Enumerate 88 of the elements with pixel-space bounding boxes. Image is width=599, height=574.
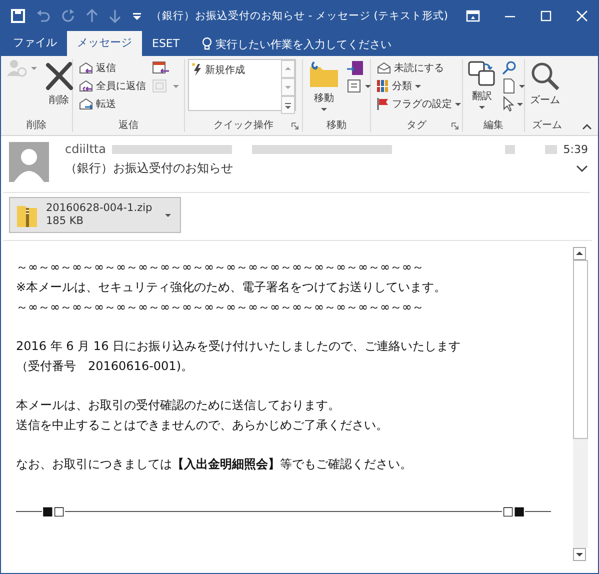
lightning-icon [192, 63, 202, 77]
sender-name: cdiiltta [65, 142, 106, 156]
ribbon-tab[interactable]: ファイル [3, 31, 67, 56]
maximize-icon[interactable] [540, 10, 552, 22]
body-text-line: ～∞～∞～∞～∞～∞～∞～∞～∞～∞～∞～∞～∞～∞～∞～∞～∞～∞～∞～ [16, 259, 425, 276]
reply-all-icon [78, 79, 94, 93]
ribbon-button[interactable]: フラグの設定 [374, 95, 464, 113]
body-text-line: ～∞～∞～∞～∞～∞～∞～∞～∞～∞～∞～∞～∞～∞～∞～∞～∞～∞～∞～ [16, 299, 425, 316]
reply-icon [78, 61, 94, 75]
ribbon-button[interactable]: ズーム [528, 59, 562, 107]
group-label: 返信 [118, 118, 138, 132]
save-icon[interactable] [11, 9, 25, 23]
color-grid-icon [376, 79, 390, 93]
received-time: 5:39 [563, 142, 588, 156]
collapse-ribbon-icon[interactable] [582, 123, 592, 131]
body-text-line: なお、お取引につきましては【入出金明細照会】等でもご確認ください。 [16, 456, 413, 473]
scroll-up-icon[interactable] [573, 247, 586, 260]
scroll-thumb[interactable] [573, 260, 588, 439]
caret-icon [320, 107, 328, 112]
vertical-scrollbar[interactable] [573, 247, 588, 561]
attachment-name: 20160628-004-1.zip [46, 202, 154, 215]
caret-icon [454, 102, 462, 106]
group-label: 削除 [26, 118, 46, 132]
ribbon-button[interactable]: 全員に返信 [76, 77, 148, 95]
quick-steps-gallery[interactable]: 新規作成 [188, 59, 296, 111]
ribbon-button[interactable]: 未読にする [374, 59, 464, 77]
down-arrow-icon[interactable] [109, 9, 121, 23]
body-text-line: 2016 年 6 月 16 日にお振り込みを受け付けいたしましたので、ご連絡いたします [16, 338, 462, 355]
quick-step-item[interactable]: 新規作成 [189, 60, 281, 110]
ribbon-button[interactable]: 分類 [374, 77, 464, 95]
caret-icon[interactable] [164, 212, 172, 218]
group-label: 移動 [326, 118, 346, 132]
document-icon [502, 78, 516, 94]
group-label: クイック操作 [214, 118, 274, 132]
avatar-icon [9, 142, 49, 182]
caret-icon [30, 66, 38, 70]
envelope-icon [376, 61, 392, 75]
ribbon-button[interactable]: 削除 [42, 59, 76, 107]
notebook-icon [346, 60, 364, 76]
pointer-icon [502, 96, 514, 112]
meeting-reply-icon [152, 60, 170, 76]
undo-icon[interactable] [36, 9, 50, 23]
body-text-line: 送信を中止することはできませんので、あらかじめご了承ください。 [16, 417, 389, 434]
customize-menu-icon[interactable] [132, 11, 142, 21]
body-text-line: ※本メールは、セキュリティ強化のため、電子署名をつけてお送りしています。 [16, 279, 448, 296]
body-text-line: （受付番号 20160616-001)。 [16, 358, 194, 375]
group-label: 編集 [484, 118, 504, 132]
redaction-blur [545, 144, 558, 154]
redo-icon[interactable] [61, 9, 75, 23]
search-icon [502, 61, 516, 75]
divider-mark: ■□ [42, 504, 65, 518]
group-label: タグ [406, 118, 426, 132]
window-title: （銀行）お振込受付のお知らせ - メッセージ (テキスト形式) [150, 9, 449, 23]
caret-icon [414, 84, 422, 88]
body-text-line: 本メールは、お取引の受付確認のために送信しております。 [16, 397, 341, 414]
zoom-icon [530, 61, 560, 91]
ribbon-tab[interactable]: メッセージ [67, 31, 142, 56]
divider-mark: □■ [502, 504, 525, 518]
tell-me-field[interactable]: 実行したい作業を入力してください [202, 37, 446, 56]
forward-icon [78, 97, 94, 111]
folder-icon [308, 61, 340, 89]
caret-icon [172, 84, 180, 88]
attachment-card[interactable]: 20160628-004-1.zip 185 KB [9, 197, 181, 233]
lightbulb-icon [202, 37, 212, 51]
message-subject: （銀行）お振込受付のお知らせ [65, 160, 233, 177]
dialog-launcher-icon[interactable] [291, 122, 299, 130]
up-arrow-icon[interactable] [86, 9, 98, 23]
ribbon-button[interactable]: 転送 [76, 95, 148, 113]
ribbon-button[interactable]: 翻訳 [466, 59, 498, 110]
more-icon[interactable] [281, 96, 295, 114]
caret-icon [478, 105, 486, 110]
ribbon-tab[interactable]: ESET [142, 33, 190, 56]
people-icon [6, 58, 28, 78]
delete-x-icon [44, 61, 74, 91]
dialog-launcher-icon[interactable] [451, 122, 459, 130]
ribbon-display-icon[interactable] [466, 10, 480, 22]
ribbon-button[interactable]: 移動 [306, 59, 342, 112]
caret-icon [518, 84, 526, 88]
attachment-size: 185 KB [46, 215, 84, 228]
flag-icon [376, 97, 390, 111]
scroll-down-icon[interactable] [573, 548, 586, 561]
ribbon-button[interactable]: 返信 [76, 59, 148, 77]
group-label: ズーム [532, 118, 562, 132]
close-icon[interactable] [576, 10, 588, 22]
expand-chevron-icon[interactable] [576, 164, 588, 172]
caret-icon [516, 102, 524, 106]
caret-icon [364, 84, 372, 88]
redaction-blur [505, 144, 516, 154]
